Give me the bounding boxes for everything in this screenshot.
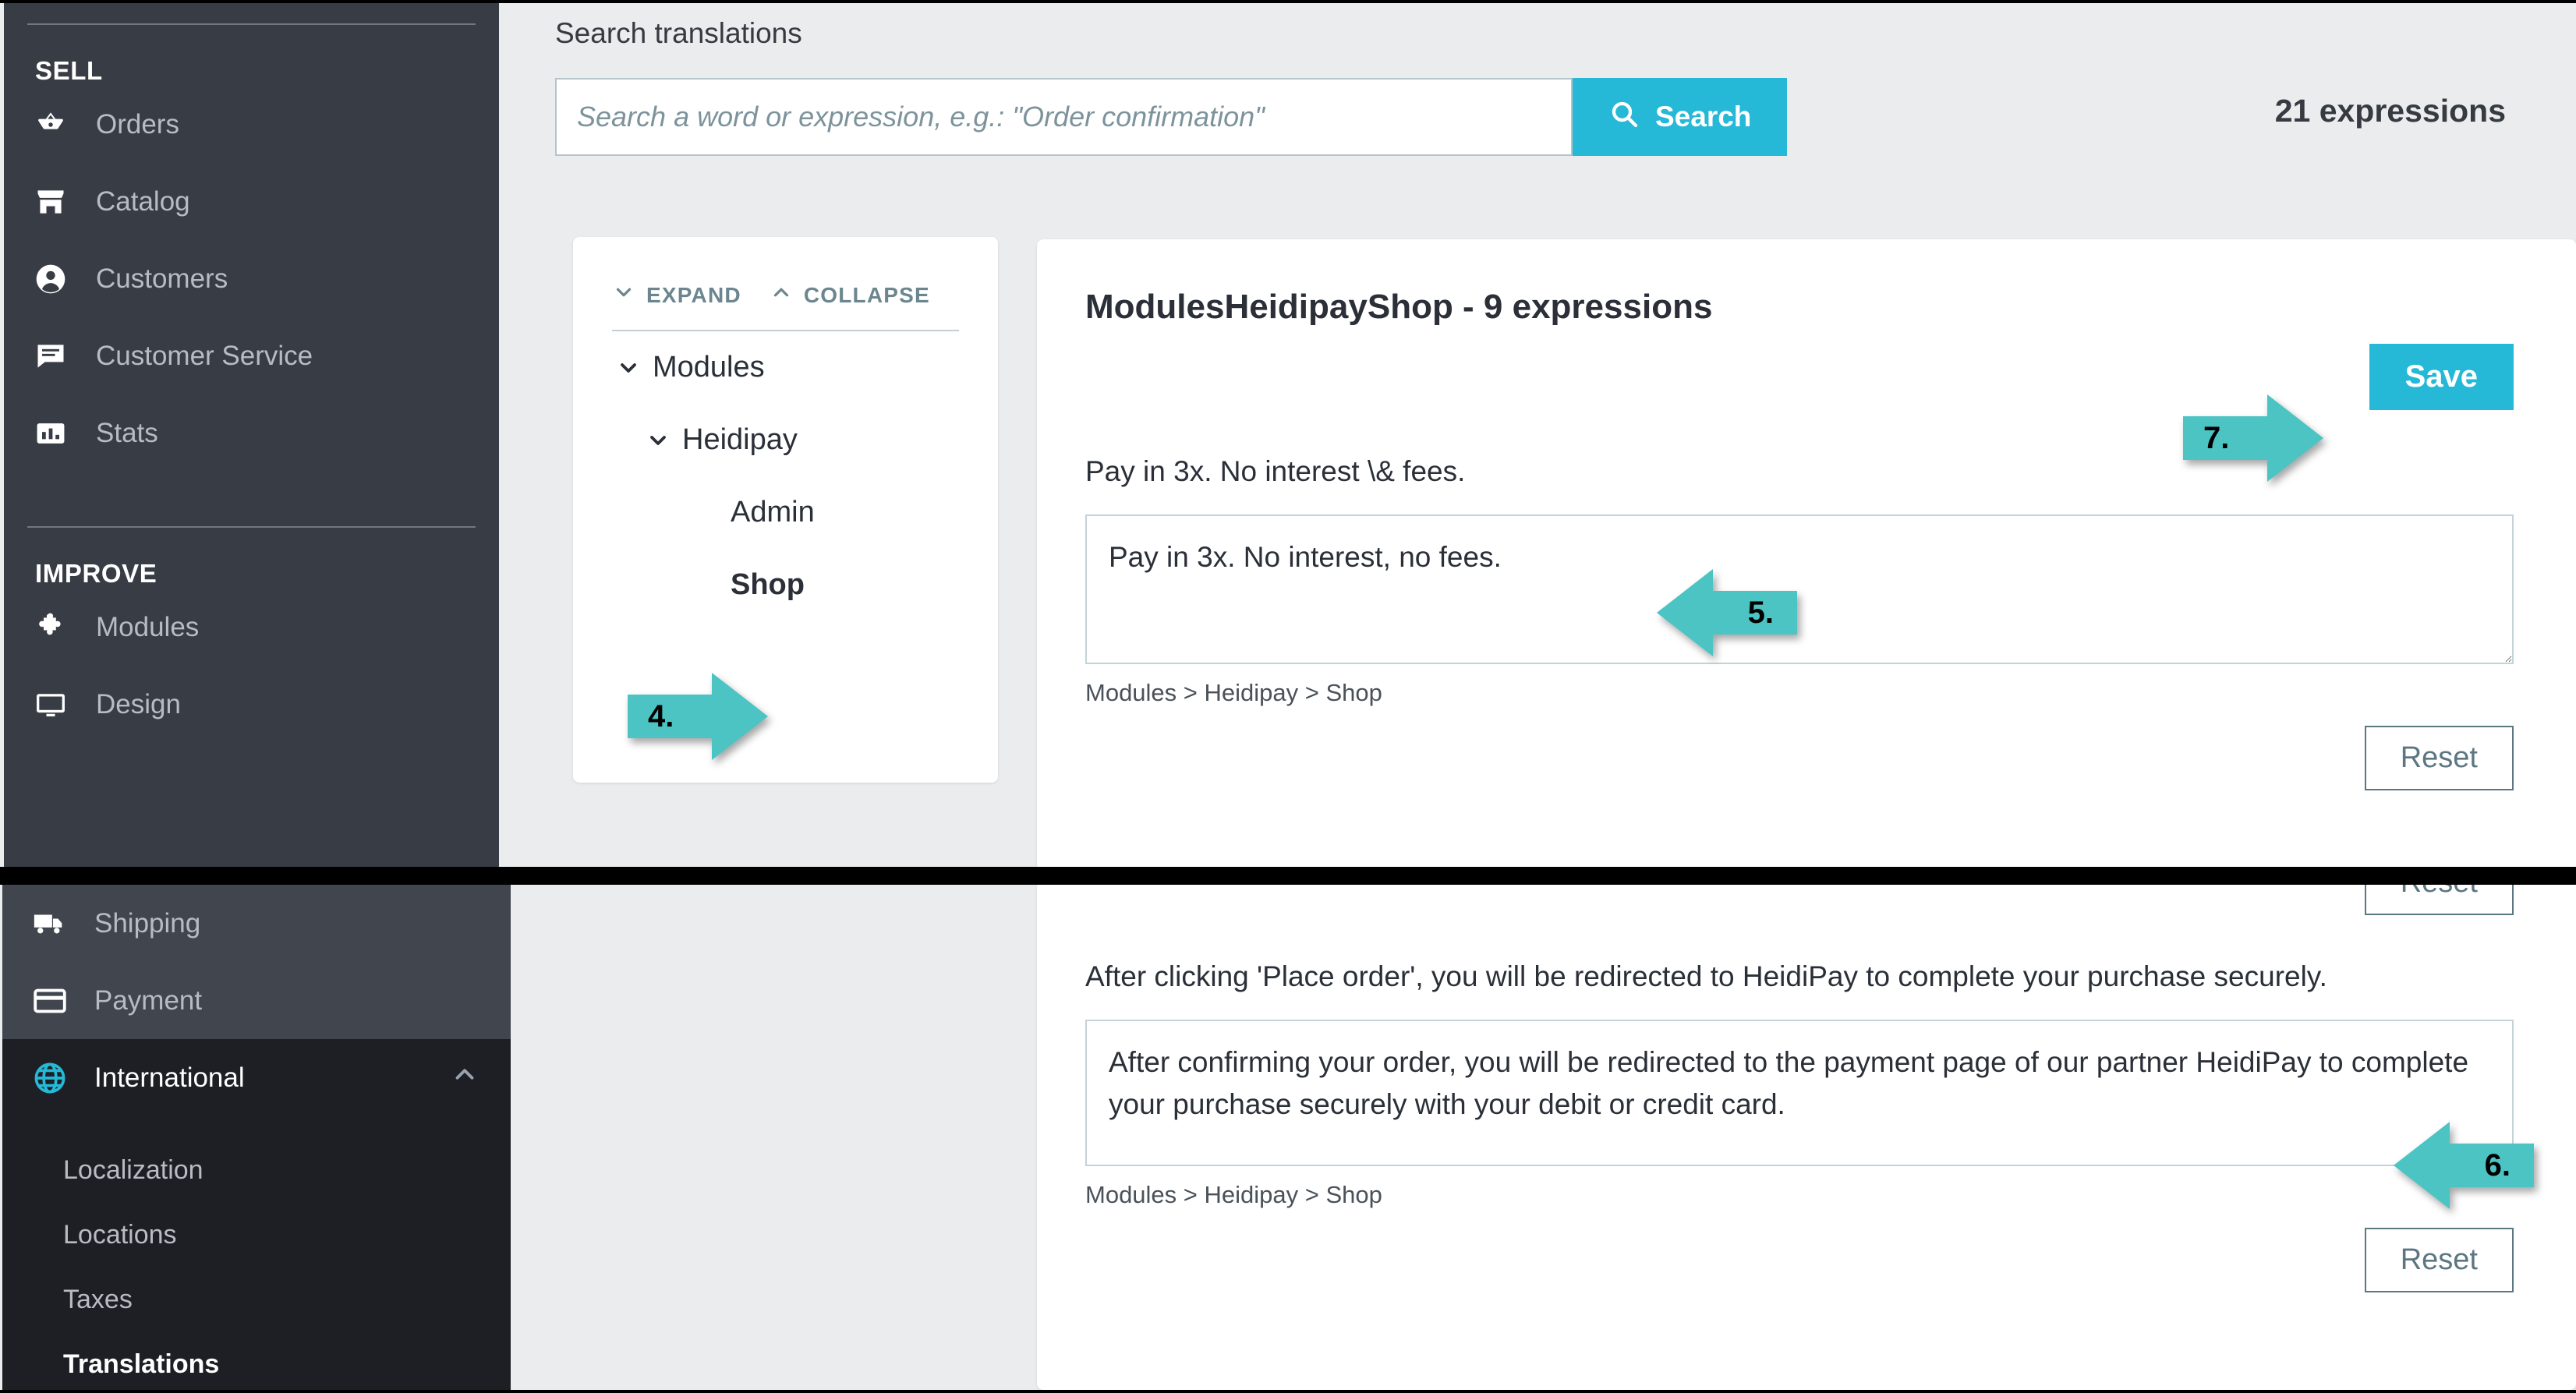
sidebar-item-customer-service[interactable]: Customer Service [4, 317, 499, 394]
translation-textarea-2[interactable] [1085, 1019, 2514, 1166]
save-button[interactable]: Save [2369, 344, 2514, 410]
expand-label: EXPAND [646, 282, 741, 307]
annotation-label-6: 6. [2484, 1147, 2511, 1183]
collapse-label: COLLAPSE [803, 282, 930, 307]
sidebar-heading-improve: IMPROVE [35, 559, 157, 588]
source-text-2: After clicking 'Place order', you will b… [1085, 960, 2327, 992]
search-button[interactable]: Search [1573, 78, 1788, 156]
annotation-arrow-4: 4. [628, 670, 768, 763]
search-button-label: Search [1655, 101, 1752, 133]
sidebar-item-label: Payment [94, 985, 203, 1016]
translation-entry: Pay in 3x. No interest \& fees. Modules … [1037, 410, 2576, 790]
expression-count: 21 expressions [2274, 93, 2506, 129]
sidebar-item-stats[interactable]: Stats [4, 394, 499, 472]
sidebar-item-catalog[interactable]: Catalog [4, 163, 499, 240]
sidebar-heading-sell: SELL [35, 56, 103, 85]
puzzle-icon [34, 610, 85, 645]
sidebar-item-locations[interactable]: Locations [2, 1203, 511, 1267]
main-sidebar: SELL Orders Catalog Customers Customer S… [4, 3, 499, 867]
chat-icon [34, 339, 85, 373]
entry-breadcrumb: Modules > Heidipay > Shop [1085, 678, 1382, 706]
chevron-down-icon[interactable] [604, 355, 653, 380]
person-icon [34, 262, 85, 296]
sidebar-divider-top [27, 23, 476, 25]
sidebar-item-translations[interactable]: Translations [2, 1332, 511, 1390]
reset-button-row-partial: Reset [1037, 885, 2576, 915]
bottom-screenshot-panel: Shipping Payment International Localizat… [0, 885, 2576, 1390]
tree-node-modules[interactable]: Modules [573, 331, 998, 404]
sidebar-item-label: Customer Service [96, 340, 313, 371]
screenshot-frame: SELL Orders Catalog Customers Customer S… [0, 0, 2576, 1393]
sidebar-item-shipping[interactable]: Shipping [2, 885, 511, 962]
chevron-down-icon [612, 281, 635, 309]
sidebar-item-international[interactable]: International [2, 1039, 511, 1116]
reset-button-1[interactable]: Reset [2364, 725, 2514, 790]
chevron-up-icon [770, 281, 793, 309]
tree-node-label: Modules [653, 351, 765, 384]
truck-icon [32, 906, 83, 942]
sidebar-item-label: Modules [96, 611, 200, 642]
chevron-up-icon[interactable] [450, 1059, 479, 1096]
sidebar-item-localization[interactable]: Localization [2, 1138, 511, 1203]
content-card-title: ModulesHeidipayShop - 9 expressions [1085, 288, 1713, 326]
tree-node-heidipay[interactable]: Heidipay [573, 404, 998, 476]
annotation-label-5: 5. [1747, 595, 1774, 630]
tree-node-label: Heidipay [682, 423, 798, 456]
globe-icon [32, 1060, 83, 1096]
sidebar-item-orders[interactable]: Orders [4, 86, 499, 163]
sidebar-divider-mid [27, 526, 476, 528]
sidebar-item-label: Orders [96, 108, 179, 140]
sidebar-item-customers[interactable]: Customers [4, 240, 499, 317]
top-screenshot-panel: SELL Orders Catalog Customers Customer S… [0, 3, 2576, 867]
international-submenu: Localization Locations Taxes Translation… [2, 1116, 511, 1390]
monitor-icon [34, 688, 85, 722]
main-sidebar-continued: Shipping Payment International Localizat… [2, 885, 511, 1390]
basket-icon [34, 108, 85, 142]
sidebar-item-label: International [94, 1062, 245, 1093]
sidebar-item-taxes[interactable]: Taxes [2, 1267, 511, 1332]
sidebar-item-design[interactable]: Design [4, 666, 499, 743]
reset-button-row: Reset [1085, 707, 2514, 790]
sidebar-item-label: Shipping [94, 907, 201, 939]
search-bar: Search [555, 78, 2534, 156]
annotation-arrow-6: 6. [2394, 1119, 2534, 1212]
reset-button-row-2: Reset [1085, 1209, 2514, 1292]
bar-chart-icon [34, 416, 85, 451]
search-input[interactable] [555, 78, 1573, 156]
tree-node-admin[interactable]: Admin [573, 476, 998, 549]
annotation-arrow-5: 5. [1657, 566, 1797, 659]
annotation-arrow-7: 7. [2183, 391, 2323, 485]
collapse-all-button[interactable]: COLLAPSE [770, 281, 930, 309]
chevron-down-icon[interactable] [634, 428, 682, 453]
expand-all-button[interactable]: EXPAND [612, 281, 741, 309]
sidebar-item-payment[interactable]: Payment [2, 962, 511, 1039]
search-section-label: Search translations [555, 17, 802, 49]
store-icon [34, 185, 85, 219]
sidebar-item-label: Stats [96, 417, 158, 448]
sidebar-item-modules[interactable]: Modules [4, 589, 499, 666]
translation-entry-2: After clicking 'Place order', you will b… [1037, 915, 2576, 1292]
annotation-label-4: 4. [648, 698, 674, 734]
save-button-row: Save [1037, 327, 2576, 410]
translation-content-card-continued: Reset After clicking 'Place order', you … [1037, 885, 2576, 1390]
tree-node-shop[interactable]: Shop [573, 549, 998, 621]
search-icon [1608, 98, 1640, 136]
tree-node-label: Shop [731, 568, 805, 601]
reset-button-2[interactable]: Reset [2364, 1227, 2514, 1292]
sidebar-item-label: Catalog [96, 186, 190, 217]
sidebar-item-label: Design [96, 688, 181, 719]
translation-textarea-1[interactable] [1085, 514, 2514, 664]
credit-card-icon [32, 983, 83, 1019]
annotation-label-7: 7. [2203, 420, 2230, 455]
sidebar-item-label: Customers [96, 263, 228, 294]
entry-breadcrumb-2: Modules > Heidipay > Shop [1085, 1180, 1382, 1208]
reset-button-partial[interactable]: Reset [2364, 885, 2514, 915]
tree-actions: EXPAND COLLAPSE [573, 237, 998, 309]
tree-node-label: Admin [731, 496, 815, 529]
translation-content-card: ModulesHeidipayShop - 9 expressions Save… [1037, 239, 2576, 867]
